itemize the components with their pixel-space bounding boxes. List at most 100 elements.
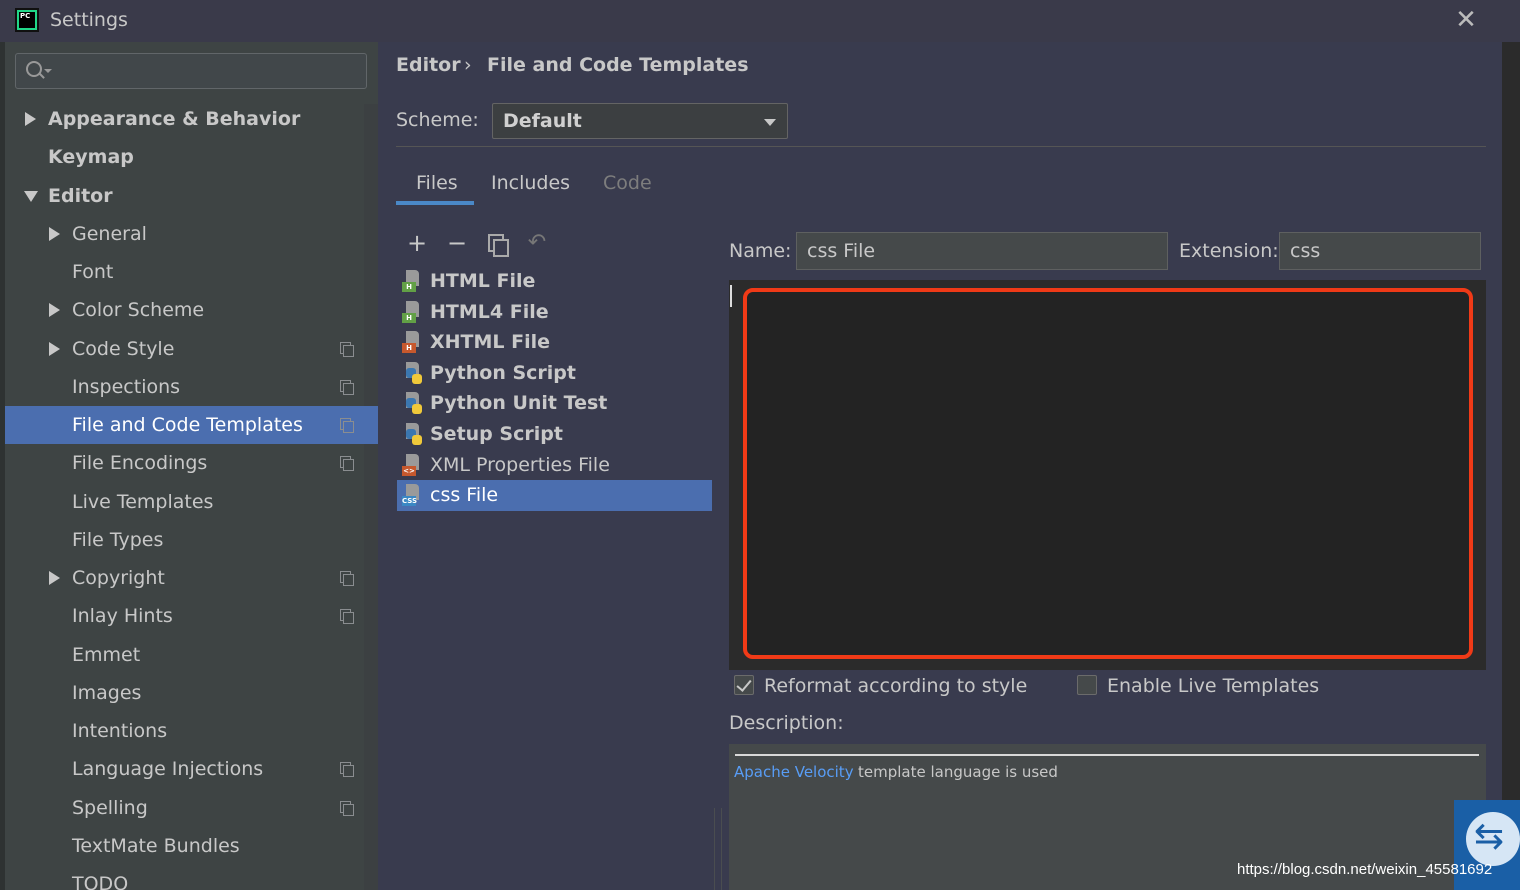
tab-includes[interactable]: Includes bbox=[491, 172, 570, 194]
tab-code[interactable]: Code bbox=[603, 172, 652, 194]
sidebar-item-intentions[interactable]: Intentions bbox=[5, 712, 364, 750]
sidebar-item-editor[interactable]: Editor bbox=[5, 177, 364, 215]
window-title: Settings bbox=[50, 9, 128, 31]
extension-label: Extension: bbox=[1179, 240, 1279, 262]
sidebar-item-inspections[interactable]: Inspections bbox=[5, 368, 364, 406]
sidebar-item-label: General bbox=[72, 222, 147, 245]
sidebar-item-textmate-bundles[interactable]: TextMate Bundles bbox=[5, 827, 364, 865]
enable-live-templates-checkbox[interactable] bbox=[1077, 675, 1097, 695]
sidebar-item-file-encodings[interactable]: File Encodings bbox=[5, 444, 364, 482]
scheme-dropdown[interactable]: Default bbox=[492, 103, 788, 139]
list-splitter-line bbox=[714, 808, 715, 890]
chevron-right-icon[interactable] bbox=[49, 226, 60, 241]
sidebar-item-label: Font bbox=[72, 261, 114, 283]
description-text: template language is used bbox=[858, 763, 1058, 781]
sidebar-item-live-templates[interactable]: Live Templates bbox=[5, 483, 364, 521]
watermark-url: https://blog.csdn.net/weixin_45581692 bbox=[1237, 861, 1493, 878]
sidebar-item-appearance-behavior[interactable]: Appearance & Behavior bbox=[5, 100, 364, 138]
scheme-selected-value: Default bbox=[503, 110, 582, 132]
settings-search-input[interactable] bbox=[15, 53, 367, 89]
sidebar-item-spelling[interactable]: Spelling bbox=[5, 789, 364, 827]
pycharm-app-icon: PC bbox=[15, 8, 39, 32]
sidebar-item-general[interactable]: General bbox=[5, 215, 364, 253]
active-tab-indicator bbox=[396, 201, 474, 205]
sidebar-item-file-and-code-templates[interactable]: File and Code Templates bbox=[5, 406, 378, 444]
sidebar-item-font[interactable]: Font bbox=[5, 253, 364, 291]
template-item[interactable]: H HTML4 File bbox=[397, 297, 712, 328]
enable-live-templates-label[interactable]: Enable Live Templates bbox=[1107, 675, 1319, 697]
red-highlight-annotation bbox=[743, 288, 1473, 659]
sidebar-item-todo[interactable]: TODO bbox=[5, 865, 364, 890]
tab-files[interactable]: Files bbox=[416, 172, 458, 194]
sidebar-item-inlay-hints[interactable]: Inlay Hints bbox=[5, 597, 364, 635]
sidebar-item-label: Images bbox=[72, 681, 142, 704]
project-settings-icon bbox=[340, 341, 354, 357]
sidebar-item-label: Spelling bbox=[72, 796, 148, 819]
template-item[interactable]: CSS css File bbox=[397, 480, 712, 512]
sidebar-item-images[interactable]: Images bbox=[5, 674, 364, 712]
project-settings-icon bbox=[340, 800, 354, 816]
html-file-icon: H bbox=[401, 300, 423, 323]
xml-file-icon: <> bbox=[401, 453, 423, 476]
close-icon[interactable]: ✕ bbox=[1452, 6, 1480, 34]
template-item[interactable]: Setup Script bbox=[397, 419, 712, 450]
teamviewer-icon[interactable] bbox=[1466, 812, 1520, 866]
chevron-right-icon[interactable] bbox=[25, 112, 36, 126]
search-options-caret-icon[interactable] bbox=[44, 69, 52, 73]
project-settings-icon bbox=[340, 571, 354, 586]
file-type-badge: H bbox=[402, 312, 416, 323]
template-item-label: Python Unit Test bbox=[430, 392, 608, 415]
sidebar-item-emmet[interactable]: Emmet bbox=[5, 636, 364, 674]
add-template-button[interactable]: + bbox=[406, 231, 428, 255]
page-title: File and Code Templates bbox=[487, 54, 749, 76]
chevron-right-icon[interactable] bbox=[49, 303, 60, 318]
template-extension-input[interactable] bbox=[1279, 232, 1481, 270]
breadcrumb-separator: › bbox=[464, 54, 472, 76]
sidebar-item-language-injections[interactable]: Language Injections bbox=[5, 750, 364, 788]
sidebar-item-color-scheme[interactable]: Color Scheme bbox=[5, 291, 364, 329]
chevron-right-icon[interactable] bbox=[49, 341, 60, 356]
template-item[interactable]: Python Unit Test bbox=[397, 388, 712, 419]
template-item[interactable]: H HTML File bbox=[397, 266, 712, 297]
template-name-input[interactable] bbox=[796, 232, 1168, 270]
chevron-down-icon[interactable] bbox=[24, 190, 38, 202]
python-logo-icon bbox=[406, 398, 422, 415]
css-file-icon: CSS bbox=[401, 484, 423, 507]
python-file-icon bbox=[401, 423, 423, 445]
sidebar-item-code-style[interactable]: Code Style bbox=[5, 330, 364, 368]
sidebar-item-label: Inspections bbox=[72, 375, 181, 398]
reformat-label[interactable]: Reformat according to style bbox=[764, 675, 1027, 697]
sidebar-item-label: Language Injections bbox=[72, 758, 264, 781]
project-settings-icon bbox=[340, 456, 354, 472]
template-item[interactable]: <> XML Properties File bbox=[397, 450, 712, 481]
project-settings-icon bbox=[340, 762, 354, 778]
project-settings-icon bbox=[340, 609, 354, 625]
copy-template-button[interactable] bbox=[486, 232, 509, 257]
sidebar-item-label: TODO bbox=[72, 873, 129, 890]
template-item[interactable]: H XHTML File bbox=[397, 327, 712, 358]
template-item-label: Setup Script bbox=[430, 423, 563, 445]
python-file-icon bbox=[401, 361, 423, 384]
chevron-right-icon[interactable] bbox=[49, 571, 60, 585]
sidebar-item-keymap[interactable]: Keymap bbox=[5, 138, 364, 176]
reset-template-button[interactable]: ↶ bbox=[526, 232, 548, 254]
python-logo-yellow bbox=[412, 373, 422, 384]
reformat-checkbox[interactable] bbox=[734, 675, 754, 695]
remove-template-button[interactable]: − bbox=[446, 231, 468, 255]
project-settings-icon bbox=[340, 418, 354, 433]
sidebar-item-copyright[interactable]: Copyright bbox=[5, 559, 364, 597]
apache-velocity-link[interactable]: Apache Velocity bbox=[734, 763, 854, 781]
sidebar-item-label: File and Code Templates bbox=[72, 414, 303, 436]
divider bbox=[396, 146, 1486, 147]
file-type-badge: CSS bbox=[402, 496, 418, 507]
sidebar-item-label: Inlay Hints bbox=[72, 605, 173, 628]
sidebar-item-label: Intentions bbox=[72, 720, 168, 742]
breadcrumb-parent[interactable]: Editor bbox=[396, 54, 461, 76]
title-bar bbox=[0, 0, 1520, 42]
sidebar-scrollbar[interactable] bbox=[364, 104, 378, 890]
sidebar-item-label: TextMate Bundles bbox=[72, 834, 240, 857]
template-item[interactable]: Python Script bbox=[397, 358, 712, 389]
sidebar-item-file-types[interactable]: File Types bbox=[5, 521, 364, 559]
python-logo-yellow bbox=[412, 404, 422, 415]
project-settings-icon bbox=[340, 379, 354, 395]
